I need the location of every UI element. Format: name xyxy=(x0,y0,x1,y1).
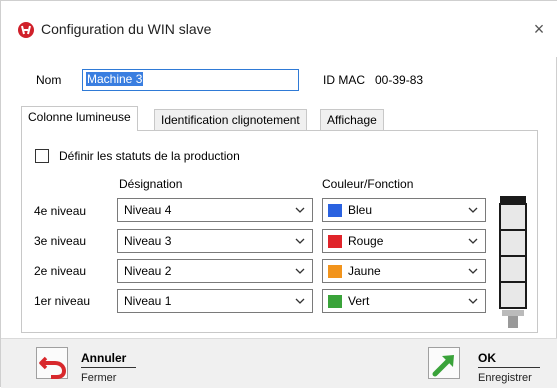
undo-arrow-icon xyxy=(39,356,67,379)
level-label: 3e niveau xyxy=(34,234,87,248)
color-select[interactable]: Vert xyxy=(322,289,486,313)
chevron-down-icon xyxy=(468,298,478,304)
couleur-header: Couleur/Fonction xyxy=(322,177,414,191)
chevron-down-icon xyxy=(295,298,305,304)
color-value: Vert xyxy=(348,294,370,308)
tab-colonne-lumineuse[interactable]: Colonne lumineuse xyxy=(21,106,138,131)
color-select[interactable]: Bleu xyxy=(322,198,486,222)
close-icon[interactable]: × xyxy=(529,19,549,39)
color-value: Jaune xyxy=(348,264,381,278)
chevron-down-icon xyxy=(468,268,478,274)
designation-value: Niveau 3 xyxy=(124,234,172,248)
green-arrow-icon xyxy=(432,355,454,377)
ok-label[interactable]: OK xyxy=(478,351,496,365)
designation-header: Désignation xyxy=(119,177,183,191)
level-label: 1er niveau xyxy=(34,294,91,308)
production-status-checkbox[interactable] xyxy=(35,149,49,163)
cancel-button[interactable] xyxy=(36,347,68,379)
signal-tower-icon xyxy=(499,196,527,328)
tab-identification-clignotement[interactable]: Identification clignotement xyxy=(154,109,307,131)
color-swatch xyxy=(328,265,342,278)
chevron-down-icon xyxy=(295,268,305,274)
production-status-label: Définir les statuts de la production xyxy=(59,149,240,163)
cancel-label[interactable]: Annuler xyxy=(81,351,126,365)
color-swatch xyxy=(328,235,342,248)
mac-label: ID MAC xyxy=(323,73,365,87)
ok-button[interactable] xyxy=(428,347,460,379)
ok-sub: Enregistrer xyxy=(478,372,532,384)
title-bar: Configuration du WIN slave × xyxy=(1,1,557,57)
chevron-down-icon xyxy=(468,238,478,244)
nom-value: Machine 3 xyxy=(86,72,144,86)
chevron-down-icon xyxy=(295,207,305,213)
color-value: Rouge xyxy=(348,234,384,248)
designation-value: Niveau 4 xyxy=(124,203,172,217)
app-logo-icon xyxy=(18,22,34,38)
color-select[interactable]: Jaune xyxy=(322,259,486,283)
cancel-sub: Fermer xyxy=(81,372,117,384)
mac-value: 00-39-83 xyxy=(375,73,424,87)
color-swatch xyxy=(328,204,342,217)
color-value: Bleu xyxy=(348,203,373,217)
tab-affichage[interactable]: Affichage xyxy=(320,109,384,131)
color-swatch xyxy=(328,295,342,308)
nom-label: Nom xyxy=(36,73,62,87)
designation-select[interactable]: Niveau 1 xyxy=(117,289,313,313)
designation-select[interactable]: Niveau 2 xyxy=(117,259,313,283)
chevron-down-icon xyxy=(295,238,305,244)
cancel-divider xyxy=(81,367,136,368)
color-select[interactable]: Rouge xyxy=(322,229,486,253)
designation-value: Niveau 1 xyxy=(124,294,172,308)
level-label: 2e niveau xyxy=(34,264,87,278)
level-label: 4e niveau xyxy=(34,204,87,218)
designation-select[interactable]: Niveau 3 xyxy=(117,229,313,253)
designation-select[interactable]: Niveau 4 xyxy=(117,198,313,222)
ok-divider xyxy=(478,367,540,368)
nom-input[interactable]: Machine 3 xyxy=(82,69,299,91)
config-dialog: Configuration du WIN slave × Nom Machine… xyxy=(0,0,557,388)
designation-value: Niveau 2 xyxy=(124,264,172,278)
window-title: Configuration du WIN slave xyxy=(41,21,212,37)
chevron-down-icon xyxy=(468,207,478,213)
